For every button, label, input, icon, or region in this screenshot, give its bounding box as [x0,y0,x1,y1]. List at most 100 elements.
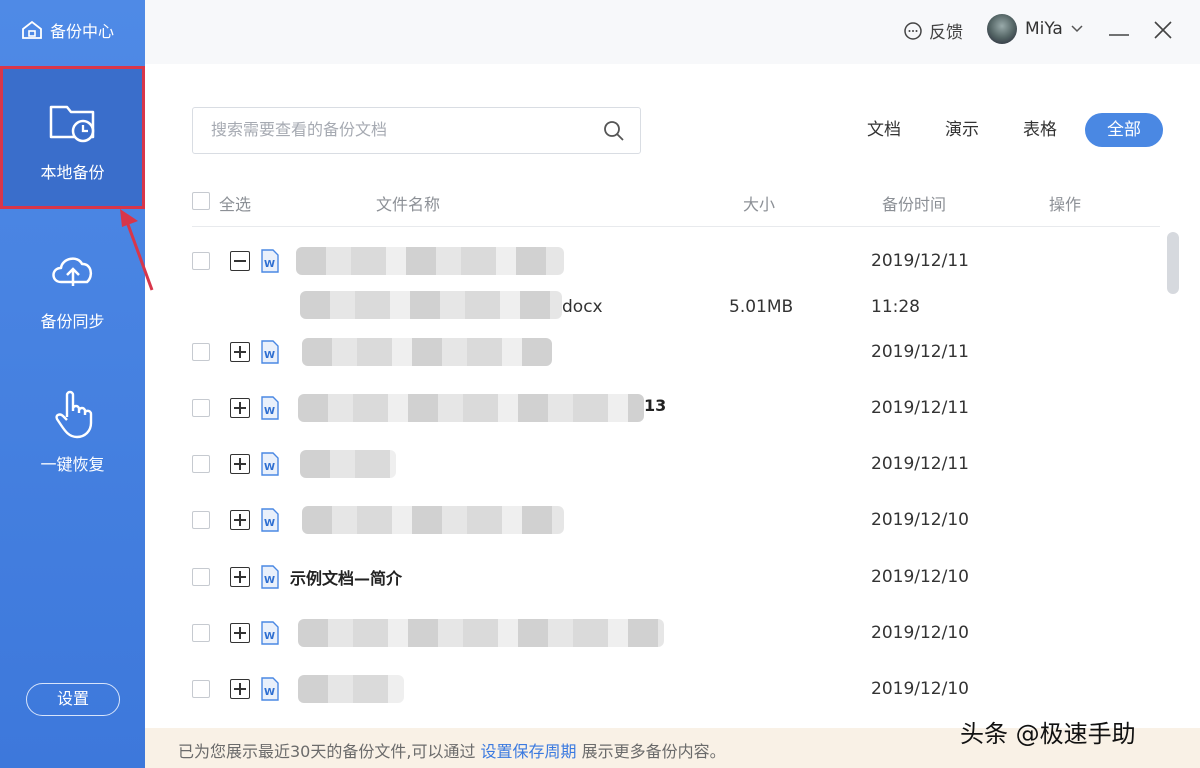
backup-date: 2019/12/10 [871,623,969,643]
word-doc-icon: W [261,396,279,420]
table-row[interactable]: W 2019/12/10 [192,613,1160,653]
column-header-action: 操作 [1049,195,1082,214]
filter-presentations[interactable]: 演示 [923,113,1001,147]
word-doc-icon: W [261,621,279,645]
collapse-toggle[interactable] [230,251,250,271]
search-input[interactable] [211,120,581,139]
select-all-checkbox[interactable] [192,192,210,210]
watermark: 头条 @极速手助 [960,720,1136,748]
row-checkbox[interactable] [192,343,210,361]
expand-toggle[interactable] [230,623,250,643]
svg-text:W: W [264,575,275,586]
app-title-text: 备份中心 [50,22,115,41]
footer-message: 已为您展示最近30天的备份文件,可以通过 设置保存周期 展示更多备份内容。 [178,738,726,762]
word-doc-icon: W [261,677,279,701]
row-checkbox[interactable] [192,455,210,473]
file-name: 13 [644,396,667,415]
retention-settings-link[interactable]: 设置保存周期 [481,742,577,761]
feedback-button[interactable]: 反馈 [903,18,963,43]
row-checkbox[interactable] [192,568,210,586]
folder-clock-icon [49,105,94,142]
column-header-size: 大小 [743,195,776,214]
svg-text:W: W [264,631,275,642]
redacted-file-name [298,619,664,647]
chevron-down-icon [1071,25,1083,33]
backup-date: 2019/12/11 [871,251,969,271]
user-menu[interactable]: MiYa [987,14,1083,44]
footer-text-after: 展示更多备份内容。 [576,742,726,761]
backup-date: 2019/12/10 [871,679,969,699]
filter-all[interactable]: 全部 [1085,113,1163,147]
row-checkbox[interactable] [192,252,210,270]
redacted-file-name [300,450,396,478]
svg-text:W: W [264,406,275,417]
redacted-file-name [298,675,404,703]
file-type-filters: 文档 演示 表格 全部 [845,113,1163,147]
sidebar-item-local-backup[interactable]: 本地备份 [0,66,145,209]
feedback-label: 反馈 [929,23,963,43]
expand-toggle[interactable] [230,567,250,587]
redacted-file-name [298,394,644,422]
table-row[interactable]: W 2019/12/11 [192,241,1160,281]
svg-text:W: W [264,350,275,361]
backup-date: 2019/12/11 [871,398,969,418]
file-version-row[interactable]: docx 5.01MB 11:28 [192,289,1160,325]
avatar [987,14,1017,44]
table-row[interactable]: W 13 2019/12/11 [192,388,1160,428]
table-row[interactable]: W 2019/12/11 [192,332,1160,372]
table-row[interactable]: W 2019/12/10 [192,500,1160,540]
expand-toggle[interactable] [230,398,250,418]
search-icon[interactable] [602,119,626,143]
settings-button[interactable]: 设置 [26,683,120,716]
select-all-label[interactable]: 全选 [219,191,251,215]
backup-time: 11:28 [871,297,920,317]
file-version-name: docx [562,297,603,317]
sidebar-item-label: 备份同步 [40,312,105,331]
svg-text:W: W [264,259,275,270]
svg-text:W: W [264,687,275,698]
word-doc-icon: W [261,340,279,364]
expand-toggle[interactable] [230,679,250,699]
filter-documents[interactable]: 文档 [845,113,923,147]
word-doc-icon: W [261,508,279,532]
backup-date: 2019/12/11 [871,342,969,362]
table-row[interactable]: W 示例文档—简介 2019/12/10 [192,557,1160,597]
sidebar-item-label: 一键恢复 [40,455,105,474]
expand-toggle[interactable] [230,454,250,474]
redacted-file-name [302,506,564,534]
top-bar: 反馈 MiYa [145,0,1200,64]
column-header-name: 文件名称 [376,195,441,214]
close-button[interactable] [1149,16,1177,44]
filter-spreadsheets[interactable]: 表格 [1001,113,1079,147]
home-icon [22,20,42,39]
backup-date: 2019/12/10 [871,567,969,587]
sidebar-item-one-click-restore[interactable]: 一键恢复 [0,385,145,475]
table-header: 全选 文件名称 大小 备份时间 操作 [192,187,1160,227]
redacted-file-name [296,247,564,275]
expand-toggle[interactable] [230,342,250,362]
table-row[interactable]: W 2019/12/11 [192,444,1160,484]
row-checkbox[interactable] [192,511,210,529]
minimize-button[interactable] [1105,16,1133,44]
word-doc-icon: W [261,565,279,589]
app-title: 备份中心 [20,18,114,42]
chat-bubble-icon [904,21,922,40]
redacted-file-name [302,338,552,366]
footer-text-before: 已为您展示最近30天的备份文件,可以通过 [178,742,481,761]
scrollbar-thumb[interactable] [1167,232,1179,294]
file-size: 5.01MB [729,297,794,317]
red-arrow-annotation [120,209,154,291]
hand-pointer-icon [54,390,92,439]
column-header-time: 备份时间 [882,195,947,214]
table-row[interactable]: W 2019/12/10 [192,669,1160,709]
svg-text:W: W [264,518,275,529]
row-checkbox[interactable] [192,399,210,417]
row-checkbox[interactable] [192,624,210,642]
backup-date: 2019/12/10 [871,510,969,530]
cloud-upload-icon [51,257,92,286]
expand-toggle[interactable] [230,510,250,530]
row-checkbox[interactable] [192,680,210,698]
word-doc-icon: W [261,452,279,476]
search-box [192,107,641,154]
word-doc-icon: W [261,249,279,273]
